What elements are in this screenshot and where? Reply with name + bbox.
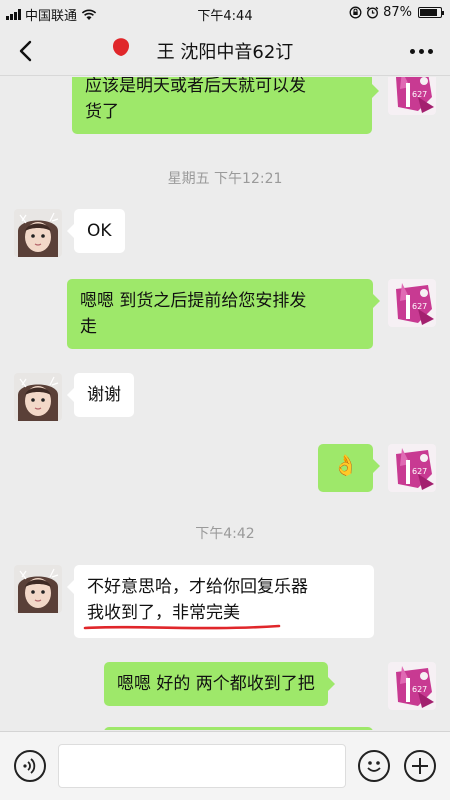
avatar-self[interactable]: 627 [388,279,436,327]
svg-text:627: 627 [412,685,427,694]
message-bubble-incoming[interactable]: OK [67,209,125,253]
timestamp: 下午4:42 [195,526,255,542]
message-bubble-outgoing-partial[interactable] [104,727,373,730]
message-text-highlighted: 我收到了，非常完美 [83,600,281,630]
message-text: 应该是明天或者后天就可以发 [85,77,306,96]
alarm-icon [366,6,379,19]
plus-icon [412,758,428,774]
avatar-contact[interactable] [14,209,62,257]
avatar-self[interactable]: 627 [388,77,436,115]
avatar-contact[interactable] [14,373,62,421]
red-underline-annotation [83,624,281,630]
message-text: 嗯嗯 到货之后提前给您安排发 [80,291,307,311]
redaction-mark [112,38,130,56]
message-text: 货了 [85,102,119,122]
back-icon[interactable] [12,36,42,66]
svg-text:627: 627 [412,90,427,99]
more-dot-icon [427,48,433,54]
message-text: 我收到了，非常完美 [87,603,240,623]
voice-button[interactable] [14,750,46,782]
plus-button[interactable] [404,750,436,782]
input-bar [0,731,450,800]
chat-title: 王 沈阳中音62订 [60,38,390,64]
message-text: 谢谢 [87,385,121,405]
ok-hand-emoji: 👌 [333,453,358,477]
message-bubble-outgoing[interactable]: 嗯嗯 好的 两个都收到了把 [104,662,335,706]
message-input[interactable] [58,744,346,788]
avatar-self[interactable]: 627 [388,662,436,710]
message-text: 嗯嗯 好的 两个都收到了把 [117,674,315,694]
chat-area[interactable]: 应该是明天或者后天就可以发 货了 627 星期五 下午12:21 OK 嗯嗯 到… [0,77,450,730]
lock-rotation-icon [349,6,362,19]
message-bubble-incoming[interactable]: 不好意思哈，才给你回复乐器 我收到了，非常完美 [67,565,374,638]
more-dot-icon [418,48,424,54]
message-text: 不好意思哈，才给你回复乐器 [87,577,308,597]
message-bubble-outgoing[interactable]: 嗯嗯 到货之后提前给您安排发 走 [67,279,380,349]
emoji-button[interactable] [358,750,390,782]
status-bar: 中国联通 下午4:44 87% [0,0,450,26]
message-text: 走 [80,317,97,337]
chat-title-text: 王 沈阳中音62订 [156,42,294,63]
chat-header: 王 沈阳中音62订 [0,26,450,76]
avatar-self[interactable]: 627 [388,444,436,492]
timestamp: 星期五 下午12:21 [167,171,283,187]
emoji-icon [367,761,381,772]
svg-text:627: 627 [412,467,427,476]
message-text: OK [87,221,112,241]
more-dot-icon [409,48,415,54]
battery-fill [420,9,437,16]
message-bubble-outgoing[interactable]: 👌 [318,444,380,492]
svg-text:627: 627 [412,302,427,311]
message-bubble-incoming[interactable]: 谢谢 [67,373,134,417]
status-right: 87% [349,5,444,20]
more-options-button[interactable] [406,38,436,64]
voice-icon [23,758,36,774]
battery-icon [418,7,444,18]
message-bubble-outgoing[interactable]: 应该是明天或者后天就可以发 货了 [72,77,379,134]
avatar-contact[interactable] [14,565,62,613]
battery-percent: 87% [383,5,412,20]
